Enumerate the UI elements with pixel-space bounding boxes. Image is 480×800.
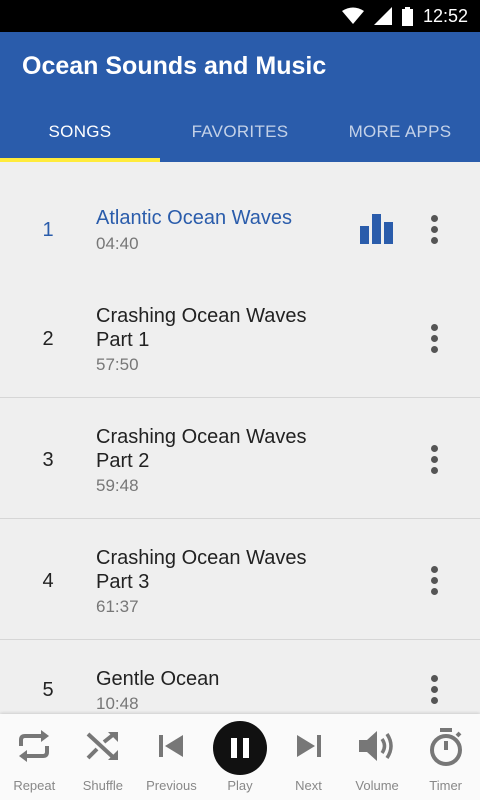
song-number: 4	[42, 570, 54, 592]
status-time: 12:52	[422, 5, 468, 26]
wifi-icon	[341, 7, 364, 24]
song-duration: 61:37	[96, 597, 139, 616]
volume-label: Volume	[355, 778, 399, 793]
song-row-4[interactable]: 4 Crashing Ocean Waves Part 3 61:37	[0, 520, 480, 640]
more-options-icon[interactable]	[420, 669, 448, 709]
app-bar: Ocean Sounds and Music SONGS FAVORITES M…	[0, 32, 480, 162]
repeat-icon	[19, 730, 50, 762]
song-duration: 57:50	[96, 355, 139, 374]
play-label: Play	[227, 778, 253, 793]
shuffle-button[interactable]: Shuffle	[69, 714, 138, 800]
repeat-label: Repeat	[13, 778, 56, 793]
song-title: Crashing Ocean Waves Part 1	[96, 305, 307, 351]
app-title: Ocean Sounds and Music	[22, 52, 327, 80]
song-title: Atlantic Ocean Waves	[96, 207, 293, 229]
song-title: Crashing Ocean Waves Part 3	[96, 547, 307, 593]
more-options-icon[interactable]	[420, 318, 448, 358]
more-options-icon[interactable]	[420, 439, 448, 479]
volume-icon	[359, 731, 393, 761]
timer-button[interactable]: Timer	[411, 714, 480, 800]
song-title: Gentle Ocean	[96, 668, 220, 690]
tab-favorites[interactable]: FAVORITES	[160, 102, 320, 162]
previous-icon	[159, 735, 184, 757]
song-row-2[interactable]: 2 Crashing Ocean Waves Part 1 57:50	[0, 278, 480, 398]
more-options-icon[interactable]	[420, 209, 448, 249]
previous-button[interactable]: Previous	[137, 714, 206, 800]
tab-songs[interactable]: SONGS	[0, 102, 160, 162]
timer-label: Timer	[429, 778, 463, 793]
song-duration: 04:40	[96, 234, 139, 253]
tab-more-apps[interactable]: MORE APPS	[320, 102, 480, 162]
pause-icon	[212, 721, 267, 775]
status-icons: 12:52	[341, 0, 468, 32]
more-options-icon[interactable]	[420, 560, 448, 600]
song-row-5[interactable]: 5 Gentle Ocean 10:48	[0, 641, 480, 714]
timer-icon	[429, 728, 462, 766]
next-label: Next	[295, 778, 322, 793]
next-icon	[296, 735, 321, 757]
shuffle-label: Shuffle	[82, 778, 123, 793]
signal-icon	[373, 7, 392, 25]
volume-button[interactable]: Volume	[343, 714, 412, 800]
song-number: 1	[42, 219, 54, 241]
repeat-button[interactable]: Repeat	[0, 714, 69, 800]
now-playing-equalizer-icon	[360, 214, 394, 244]
previous-label: Previous	[146, 778, 197, 793]
play-button[interactable]: Play	[206, 714, 275, 800]
player-controls: Repeat Shuffle Previous Play Next Volume…	[0, 714, 480, 800]
song-row-1[interactable]: 1 Atlantic Ocean Waves 04:40	[0, 162, 480, 282]
next-button[interactable]: Next	[274, 714, 343, 800]
song-row-3[interactable]: 3 Crashing Ocean Waves Part 2 59:48	[0, 399, 480, 519]
song-title: Crashing Ocean Waves Part 2	[96, 426, 307, 472]
shuffle-icon	[86, 732, 118, 760]
song-list[interactable]: 1 Atlantic Ocean Waves 04:40 2 Crashing …	[0, 162, 480, 714]
song-duration: 10:48	[96, 694, 139, 713]
song-number: 5	[42, 679, 54, 701]
song-number: 3	[42, 449, 54, 471]
song-number: 2	[42, 328, 54, 350]
battery-icon	[401, 6, 413, 26]
status-bar: 12:52	[0, 0, 480, 32]
tab-bar: SONGS FAVORITES MORE APPS	[0, 102, 480, 162]
song-duration: 59:48	[96, 476, 139, 495]
